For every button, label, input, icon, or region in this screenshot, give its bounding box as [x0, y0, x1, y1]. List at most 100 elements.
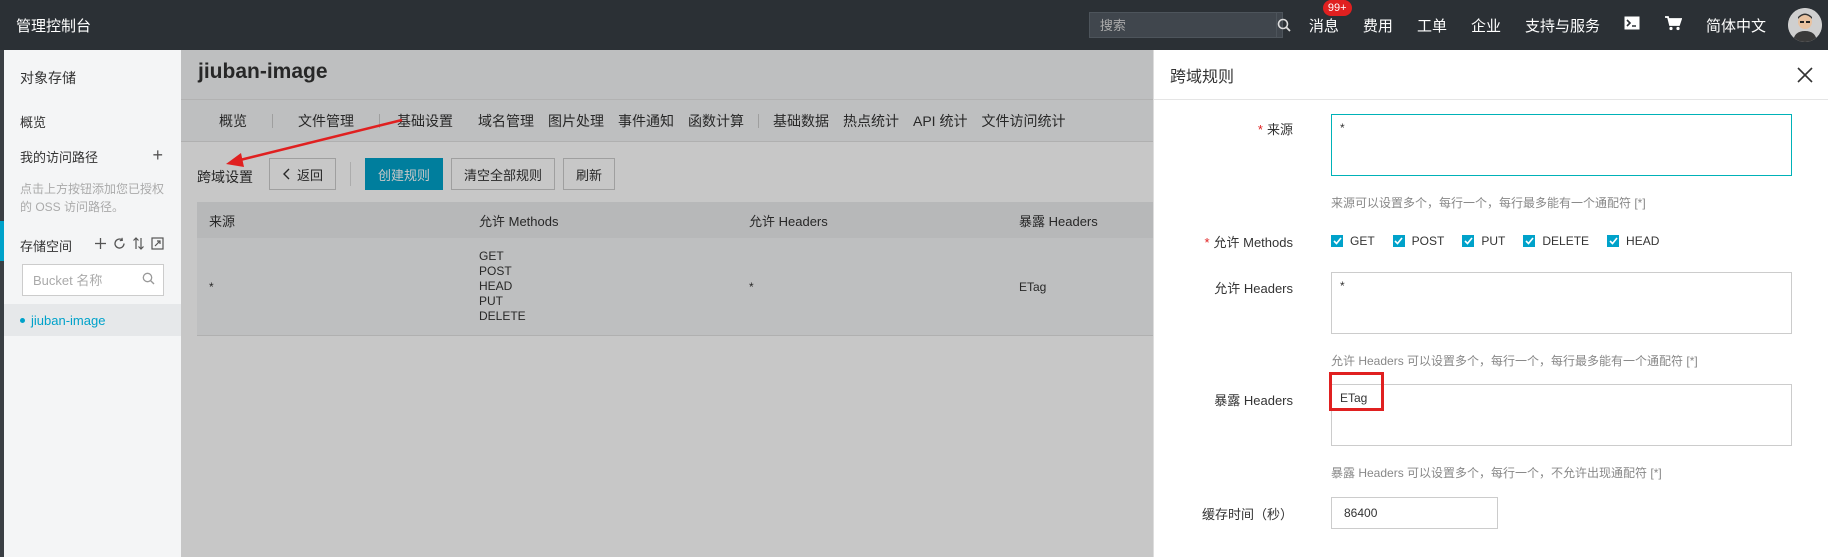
tab-basic-data[interactable]: 基础数据: [773, 111, 829, 131]
cell-methods: GET POST HEAD PUT DELETE: [467, 249, 737, 324]
checkbox-head[interactable]: HEAD: [1607, 234, 1659, 248]
panel-header: 跨域规则: [1154, 50, 1828, 100]
add-path-plus-icon[interactable]: +: [152, 146, 163, 164]
section-label: 跨域设置: [197, 169, 253, 185]
nav-billing[interactable]: 费用: [1351, 15, 1405, 36]
bucket-search: [22, 264, 164, 296]
global-search: [1088, 12, 1291, 38]
checkbox-get[interactable]: GET: [1331, 234, 1375, 248]
bucket-dot: [20, 317, 25, 323]
origin-textarea[interactable]: *: [1331, 114, 1792, 176]
check-icon: [1523, 235, 1536, 247]
allow-headers-textarea[interactable]: *: [1331, 272, 1792, 334]
checkbox-post[interactable]: POST: [1392, 234, 1445, 248]
tab-basic-settings[interactable]: 基础设置: [397, 111, 453, 131]
col-origin: 来源: [209, 213, 236, 229]
global-search-input[interactable]: [1089, 13, 1276, 37]
method-item: HEAD: [479, 279, 513, 293]
add-bucket-plus-icon[interactable]: [94, 237, 107, 253]
allow-headers-hint: 允许 Headers 可以设置多个，每行一个，每行最多能有一个通配符 [*]: [1331, 354, 1698, 368]
sidebar-item-my-paths: 我的访问路径: [20, 150, 99, 165]
nav-tickets[interactable]: 工单: [1405, 15, 1459, 36]
check-icon: [1392, 235, 1405, 247]
clear-rules-button[interactable]: 清空全部规则: [451, 158, 556, 190]
checkbox-label: GET: [1350, 234, 1375, 248]
refresh-icon[interactable]: [113, 237, 126, 253]
cell-allow-headers: *: [749, 279, 754, 294]
cell-expose-headers: ETag: [1019, 279, 1047, 294]
create-rule-button[interactable]: 创建规则: [365, 158, 444, 190]
toolbar-separator: [350, 162, 352, 186]
back-button[interactable]: 返回: [269, 158, 337, 190]
table-header: 来源 允许 Methods 允许 Headers 暴露 Headers: [197, 202, 1153, 238]
console-brand[interactable]: 管理控制台: [0, 15, 91, 36]
origin-label-text: 来源: [1266, 122, 1293, 137]
tab-hotspot-stats[interactable]: 热点统计: [843, 111, 899, 131]
tab-event-notification[interactable]: 事件通知: [618, 111, 674, 131]
sidebar-active-indicator: [0, 221, 4, 261]
sidebar-bucket-jiuban-image[interactable]: jiuban-image: [4, 304, 181, 336]
chevron-left-icon: [283, 168, 290, 180]
tab-api-stats[interactable]: API 统计: [913, 111, 967, 131]
top-bar: 管理控制台 消息 99+ 费用 工单 企业 支持与服务 简体中文: [0, 0, 1828, 50]
nav-enterprise[interactable]: 企业: [1459, 15, 1513, 36]
checkbox-label: HEAD: [1626, 234, 1660, 248]
bucket-title: jiuban-image: [198, 60, 328, 83]
method-item: POST: [479, 264, 512, 278]
checkbox-label: POST: [1411, 234, 1445, 248]
sidebar-title: 对象存储: [20, 70, 76, 86]
cors-toolbar: 跨域设置 返回 创建规则 清空全部规则 刷新: [197, 158, 623, 190]
terminal-icon[interactable]: [1612, 16, 1652, 34]
col-allow-headers: 允许 Headers: [749, 213, 828, 229]
origin-hint: 来源可以设置多个，每行一个，每行最多能有一个通配符 [*]: [1331, 196, 1646, 210]
required-mark: *: [1257, 122, 1263, 137]
refresh-button[interactable]: 刷新: [563, 158, 616, 190]
main-content: jiuban-image 概览 文件管理 基础设置 域名管理 图片处理 事件通知…: [181, 50, 1153, 557]
methods-checkbox-group: GET POST PUT DELETE HEAD: [1331, 234, 1677, 248]
expand-icon[interactable]: [151, 237, 164, 253]
checkbox-put[interactable]: PUT: [1462, 234, 1505, 248]
tab-image-processing[interactable]: 图片处理: [548, 111, 604, 131]
sort-icon[interactable]: [132, 237, 145, 253]
search-icon[interactable]: [1275, 13, 1291, 37]
allow-headers-label: 允许 Headers: [1214, 281, 1293, 296]
table-row: * GET POST HEAD PUT DELETE * ETag: [197, 238, 1153, 336]
cache-time-input[interactable]: [1331, 497, 1498, 529]
back-button-label: 返回: [297, 167, 324, 183]
language-switch[interactable]: 简体中文: [1694, 15, 1778, 36]
tab-file-management[interactable]: 文件管理: [298, 111, 354, 131]
expose-headers-textarea[interactable]: ETag: [1331, 384, 1792, 446]
messages-badge: 99+: [1322, 0, 1352, 16]
cors-rules-table: 来源 允许 Methods 允许 Headers 暴露 Headers * GE…: [197, 202, 1153, 336]
paths-hint: 点击上方按钮添加您已授权的 OSS 访问路径。: [20, 182, 165, 214]
method-item: PUT: [479, 294, 503, 308]
origin-label: * 来源: [1258, 119, 1293, 138]
nav-support[interactable]: 支持与服务: [1513, 15, 1612, 36]
bucket-name: jiuban-image: [31, 312, 106, 328]
top-right-area: 消息 99+ 费用 工单 企业 支持与服务 简体中文: [1088, 0, 1828, 50]
bucket-search-icon[interactable]: [142, 272, 155, 288]
tab-file-access-stats[interactable]: 文件访问统计: [981, 111, 1065, 131]
sidebar-item-overview[interactable]: 概览: [20, 112, 46, 131]
top-nav: 消息 99+ 费用 工单 企业 支持与服务 简体中文: [1297, 0, 1828, 50]
tab-overview[interactable]: 概览: [219, 111, 247, 131]
checkbox-label: DELETE: [1542, 234, 1590, 248]
checkbox-delete[interactable]: DELETE: [1523, 234, 1589, 248]
check-icon: [1607, 235, 1620, 247]
method-item: DELETE: [479, 309, 526, 323]
cell-origin: *: [209, 279, 214, 294]
col-methods: 允许 Methods: [479, 213, 559, 229]
nav-messages[interactable]: 消息 99+: [1297, 0, 1352, 36]
tab-domain-management[interactable]: 域名管理: [478, 111, 534, 131]
close-icon[interactable]: [1794, 64, 1816, 86]
tab-function-compute[interactable]: 函数计算: [688, 111, 744, 131]
method-item: GET: [479, 249, 504, 263]
cart-icon[interactable]: [1652, 15, 1694, 35]
bucket-search-input[interactable]: [23, 272, 142, 288]
user-avatar[interactable]: [1788, 8, 1822, 42]
expose-headers-label: 暴露 Headers: [1214, 393, 1293, 408]
bucket-tabs: 概览 文件管理 基础设置 域名管理 图片处理 事件通知 函数计算 基础数据 热点…: [181, 100, 1153, 142]
panel-title: 跨域规则: [1170, 68, 1235, 86]
checkbox-label: PUT: [1481, 234, 1506, 248]
storage-tools: [94, 237, 164, 253]
